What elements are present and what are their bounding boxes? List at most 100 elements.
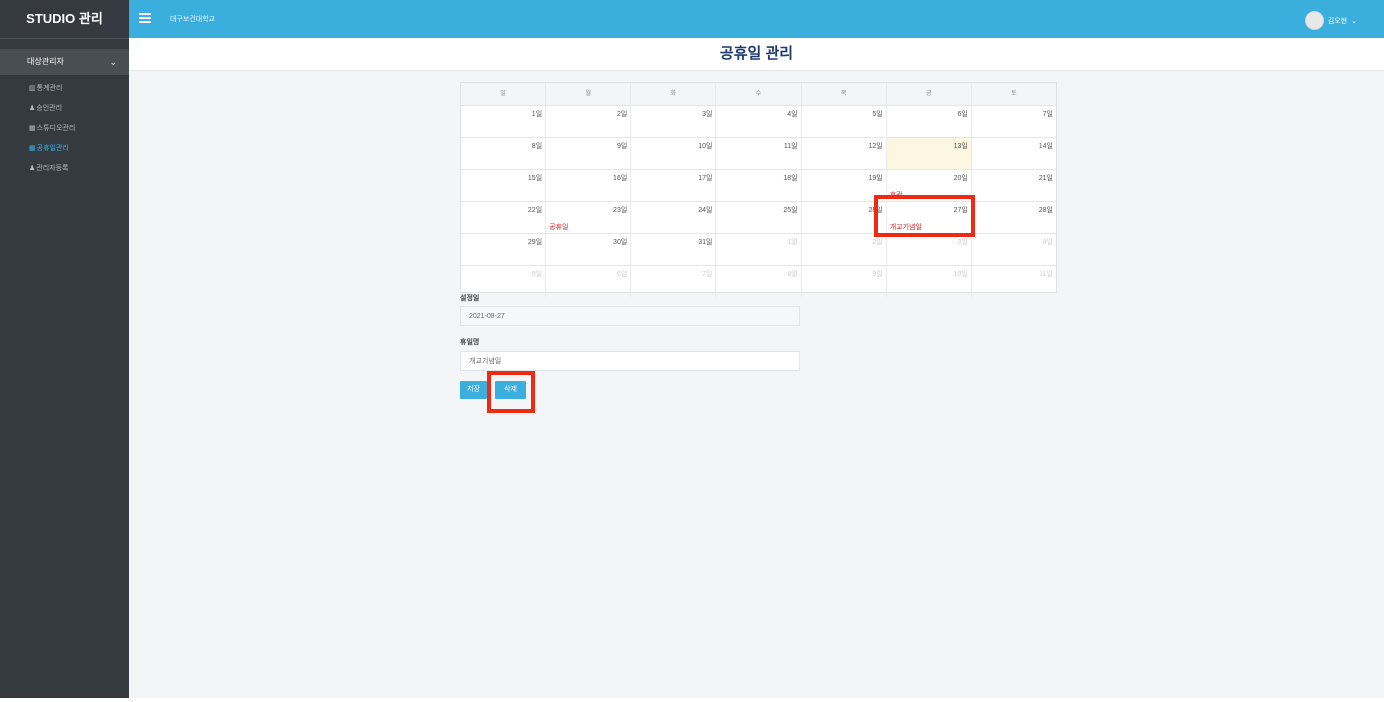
calendar-day-cell[interactable]: 6일 <box>546 266 632 297</box>
calendar-day-cell[interactable]: 2일 <box>802 234 887 265</box>
calendar-header: 일월화수목금 토 <box>461 83 1056 106</box>
calendar-week: 1일 2일 3일 4일 5일 6일 7일 <box>461 106 1056 138</box>
calendar-day-cell[interactable]: 6일 <box>887 106 972 137</box>
day-number: 7일 <box>702 271 713 278</box>
day-number: 22일 <box>527 207 543 214</box>
calendar-day-cell[interactable]: 11일 <box>716 138 802 169</box>
sidebar-item-label: 통계관리 <box>36 85 63 92</box>
sidebar-submenu: ▥통계관리 ♟승인관리 ▦스튜디오관리 ▦공휴일관리 ♟관리자등록 <box>0 79 129 179</box>
calendar-day-cell[interactable]: 1일 <box>716 234 802 265</box>
calendar-icon: ▦ <box>29 145 36 152</box>
calendar-day-cell[interactable]: 7일 <box>631 266 717 297</box>
sidebar-item[interactable]: ♟승인관리 <box>0 99 129 119</box>
calendar-day-cell[interactable]: 4일 <box>972 234 1056 265</box>
calendar-day-cell[interactable]: 2일 <box>546 106 632 137</box>
calendar-day-cell[interactable]: 4일 <box>716 106 802 137</box>
day-number: 5일 <box>531 271 543 278</box>
calendar-day-cell[interactable]: 18일 <box>716 170 802 201</box>
event-highlight-box <box>874 195 975 237</box>
calendar-day-cell[interactable]: 17일 <box>631 170 717 201</box>
date-field[interactable]: 2021-08-27 <box>460 306 800 326</box>
calendar-day-cell[interactable]: 10일 <box>631 138 717 169</box>
day-number: 13일 <box>953 143 968 150</box>
calendar-week: 29일 30일 31일 1일 2일 3일 4일 <box>461 234 1056 266</box>
day-of-week-header: 화 <box>631 83 717 105</box>
day-number: 18일 <box>783 175 798 182</box>
holiday-event[interactable]: 공휴일 <box>549 222 568 232</box>
calendar-day-cell[interactable]: 11일 <box>972 266 1056 297</box>
day-of-week-header: 목 <box>802 83 887 105</box>
day-of-week-header: 수 <box>716 83 802 105</box>
day-number: 4일 <box>787 111 798 118</box>
holiday-calendar: 일월화수목금 토 1일 2일 3일 4일 5일 6일 7일 8일 9일 10일 11일 12일 13일 14… <box>460 82 1057 297</box>
calendar-day-cell[interactable]: 28일 <box>972 202 1056 233</box>
calendar-day-cell[interactable]: 30일 <box>546 234 632 265</box>
bottom-strip <box>0 698 1384 702</box>
day-number: 31일 <box>698 239 713 246</box>
calendar-day-cell[interactable]: 9일 <box>802 266 887 297</box>
calendar-day-cell[interactable]: 3일 <box>631 106 717 137</box>
sidebar-item-label: 공휴일관리 <box>36 145 69 152</box>
hamburger-menu-icon[interactable] <box>139 13 151 23</box>
calendar-day-cell[interactable]: 8일 <box>716 266 802 297</box>
calendar-day-cell[interactable]: 8일 <box>461 138 547 169</box>
sidebar: STUDIO 관리 대상관리자 ⌄ ▥통계관리 ♟승인관리 ▦스튜디오관리 ▦공휴일관… <box>0 0 129 698</box>
holiday-name-field[interactable]: 개교기념일 <box>460 351 800 371</box>
calendar-day-cell[interactable]: 5일 <box>802 106 887 137</box>
day-number: 24일 <box>698 207 713 214</box>
calendar-day-cell[interactable]: 1일 <box>461 106 547 137</box>
chevron-down-icon: ⌄ <box>1351 17 1357 25</box>
day-of-week-header: 토 <box>1011 91 1017 97</box>
sidebar-item-label: 관리자등록 <box>36 165 69 172</box>
calendar-day-cell[interactable]: 31일 <box>631 234 717 265</box>
calendar-day-cell[interactable]: 13일 <box>886 138 972 169</box>
sidebar-item[interactable]: ▦공휴일관리 <box>0 139 129 159</box>
day-number: 6일 <box>616 271 628 278</box>
menu-group-admin[interactable]: 대상관리자 ⌄ <box>0 49 129 75</box>
topbar: 대구보건대학교 김오현 ⌄ <box>129 0 1384 38</box>
calendar-day-cell[interactable]: 15일 <box>461 170 547 201</box>
calendar-week: 8일 9일 10일 11일 12일 13일 14일 <box>461 138 1056 170</box>
day-number: 19일 <box>868 175 883 182</box>
day-number: 4일 <box>1042 239 1053 246</box>
day-number: 14일 <box>1038 143 1053 150</box>
sidebar-item[interactable]: ▦스튜디오관리 <box>0 119 129 139</box>
save-button[interactable]: 저장 <box>460 381 487 399</box>
sidebar-item[interactable]: ▥통계관리 <box>0 79 129 99</box>
day-number: 29일 <box>527 239 543 246</box>
main-content: 공휴일 관리 일월화수목금 토 1일 2일 3일 4일 5일 6일 7일 8일 9일 10일 11일 1… <box>129 38 1384 698</box>
day-number: 12일 <box>868 143 883 150</box>
calendar-day-cell[interactable]: 3일 <box>887 234 972 265</box>
calendar-day-cell[interactable]: 7일 <box>972 106 1056 137</box>
day-number: 16일 <box>613 175 628 182</box>
calendar-day-cell[interactable]: 10일 <box>887 266 972 297</box>
calendar-day-cell[interactable]: 29일 <box>461 234 547 265</box>
calendar-day-cell[interactable]: 12일 <box>802 138 887 169</box>
calendar-day-cell[interactable]: 22일 <box>461 202 547 233</box>
day-number: 15일 <box>527 175 543 182</box>
avatar <box>1304 11 1324 30</box>
brand-logo[interactable]: STUDIO 관리 <box>0 0 129 39</box>
calendar-week: 5일 6일 7일 8일 9일 10일 11일 <box>461 266 1056 297</box>
day-of-week-header: 금 <box>887 83 972 105</box>
calendar-day-cell[interactable]: 25일 <box>716 202 802 233</box>
calendar-day-cell[interactable]: 16일 <box>546 170 632 201</box>
sidebar-item[interactable]: ♟관리자등록 <box>0 159 129 179</box>
day-number: 2일 <box>616 111 628 118</box>
calendar-day-cell[interactable]: 21일 <box>972 170 1056 201</box>
day-number: 30일 <box>613 239 628 246</box>
day-number: 21일 <box>1038 175 1053 182</box>
user-icon: ♟ <box>29 165 36 172</box>
user-menu[interactable]: 김오현 ⌄ <box>1304 11 1357 30</box>
calendar-day-cell[interactable]: 9일 <box>546 138 632 169</box>
day-number: 3일 <box>702 111 713 118</box>
day-number: 28일 <box>1038 207 1053 214</box>
holiday-name-label: 휴일명 <box>460 339 480 346</box>
calendar-day-cell[interactable]: 24일 <box>631 202 717 233</box>
calendar-day-cell[interactable]: 14일 <box>972 138 1056 169</box>
day-number: 6일 <box>957 111 968 118</box>
day-number: 9일 <box>616 143 628 150</box>
day-number: 3일 <box>957 239 968 246</box>
calendar-day-cell[interactable]: 23일 공휴일 <box>546 202 632 233</box>
day-number: 5일 <box>872 111 883 118</box>
